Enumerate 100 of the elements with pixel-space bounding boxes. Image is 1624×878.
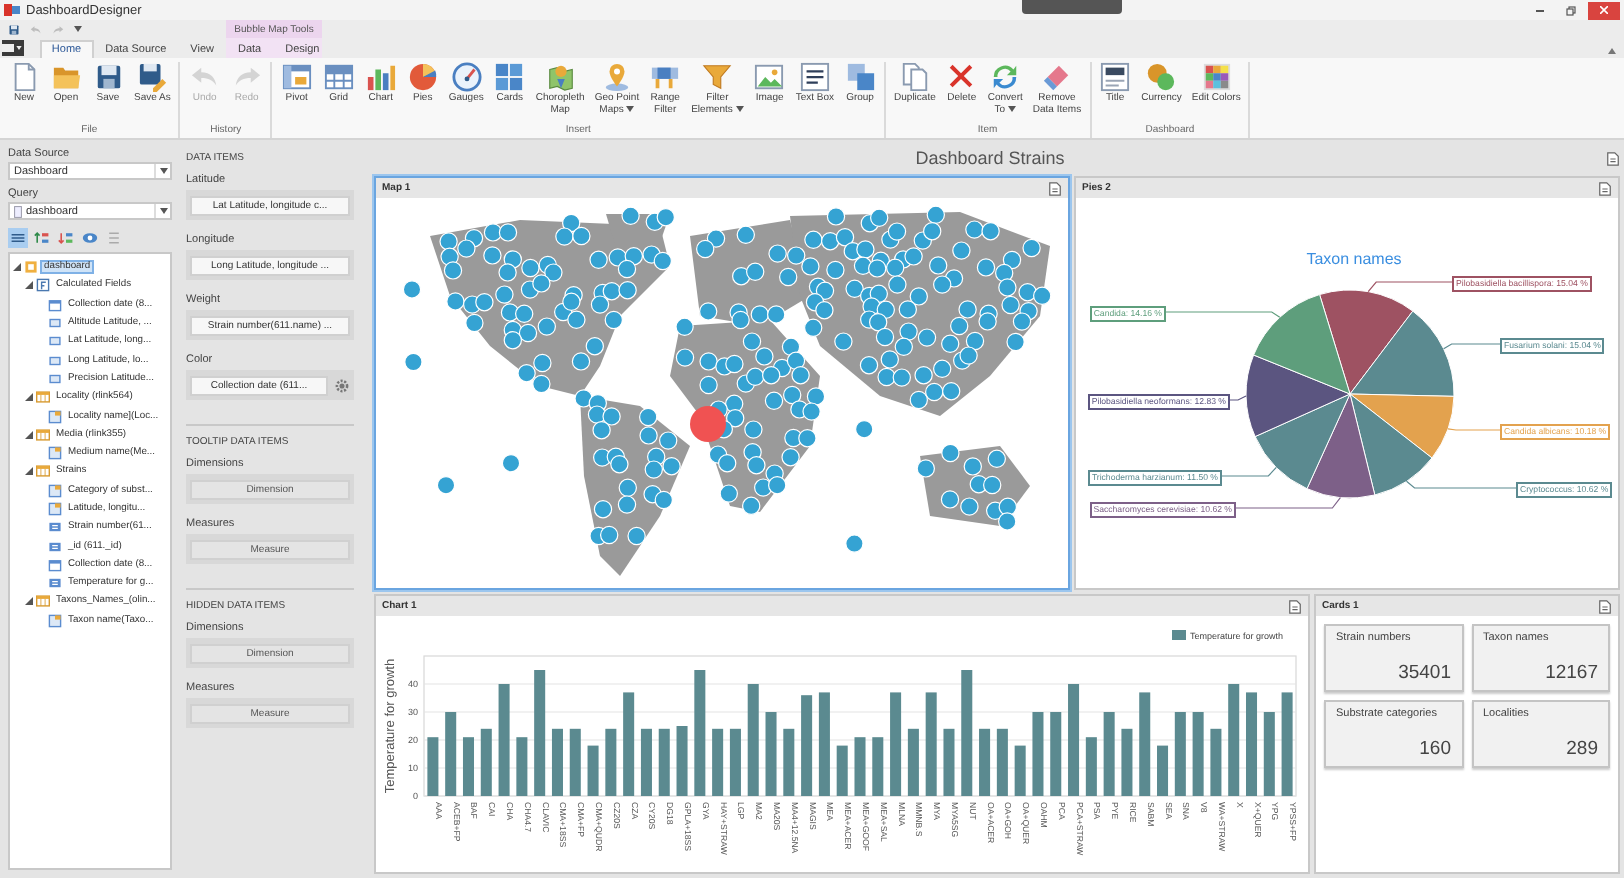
eraser-icon (1041, 62, 1072, 92)
toolbar-button[interactable] (8, 228, 28, 248)
export-icon[interactable] (1288, 599, 1302, 613)
expander-icon[interactable] (24, 392, 34, 403)
bar-chart-icon (365, 62, 396, 92)
bar (694, 670, 706, 796)
expander-icon[interactable] (24, 280, 34, 291)
bar (765, 712, 777, 796)
leader-line (1405, 480, 1517, 489)
bar (907, 728, 919, 796)
bar (979, 728, 991, 796)
bar (943, 728, 955, 796)
bar (872, 737, 884, 796)
bar (1085, 737, 1097, 796)
bar (658, 728, 670, 796)
bar (890, 692, 902, 796)
bar (1103, 712, 1115, 796)
page-icon (14, 205, 22, 217)
bar (427, 737, 439, 796)
gear-icon[interactable] (334, 377, 350, 393)
formula-icon (36, 278, 50, 293)
bar (1068, 684, 1080, 796)
bar (747, 684, 759, 796)
expander-icon[interactable] (24, 466, 34, 477)
bar (498, 684, 510, 796)
leader-line (1235, 496, 1341, 509)
bar (676, 726, 688, 796)
leader-line (1221, 466, 1277, 477)
bar (1032, 712, 1044, 796)
card-value: 12167 (1545, 662, 1598, 684)
bar (587, 745, 599, 796)
export-icon[interactable] (1048, 181, 1062, 195)
lines-icon (106, 230, 122, 246)
stacked-squares-icon (845, 62, 876, 92)
collapse-ribbon-icon[interactable] (1608, 48, 1616, 54)
leader-line (1367, 281, 1453, 293)
customize-caret-icon (74, 26, 82, 32)
database-icon (24, 260, 38, 275)
dashboard-title: Dashboard Strains (913, 148, 1067, 168)
expander-icon[interactable] (12, 262, 22, 273)
bar (712, 728, 724, 796)
calendar-icon (48, 557, 62, 572)
chart-title: Taxon names (1306, 250, 1402, 268)
bar (1121, 728, 1133, 796)
number-field-icon (48, 539, 62, 554)
bar (836, 745, 848, 796)
bar (551, 728, 563, 796)
leader-line (1447, 428, 1501, 431)
eye-icon (82, 230, 98, 246)
bar (818, 692, 830, 796)
bar (961, 670, 973, 796)
toolbar-button[interactable] (56, 228, 76, 248)
export-icon[interactable] (1598, 181, 1612, 195)
bar (1228, 684, 1240, 796)
bar (1210, 728, 1222, 796)
text-field-icon (48, 502, 62, 516)
toolbar-button[interactable] (80, 228, 100, 248)
card-value: 35401 (1398, 662, 1451, 684)
close-icon (1600, 6, 1608, 14)
export-icon[interactable] (1598, 599, 1612, 613)
list-icon (10, 230, 26, 246)
bar (534, 670, 546, 796)
funnel-icon (702, 62, 733, 92)
bar (1281, 692, 1293, 796)
bar (1139, 692, 1151, 796)
bar (801, 695, 813, 796)
tiles-icon (494, 62, 525, 92)
delete-icon (946, 62, 977, 92)
table-icon (36, 390, 50, 405)
bar (640, 728, 652, 796)
table-icon (36, 427, 50, 442)
bar (1246, 692, 1258, 796)
floppy-disk-icon[interactable] (8, 23, 20, 35)
number-field-icon (48, 520, 62, 535)
text-field-icon (48, 483, 62, 498)
bar (1174, 712, 1186, 796)
bar (480, 728, 492, 796)
number-field-icon (48, 576, 62, 591)
leader-line (1443, 343, 1501, 350)
folder-icon (51, 62, 81, 92)
app-icon (4, 4, 20, 16)
text-field-icon (48, 613, 62, 628)
map-icon (545, 62, 576, 92)
toolbar-button[interactable] (32, 228, 52, 248)
application-menu-button[interactable] (2, 40, 24, 56)
dashboard-panel[interactable] (1074, 176, 1620, 590)
export-icon[interactable] (1606, 151, 1620, 165)
bar (1157, 745, 1169, 796)
caret-icon (159, 168, 167, 174)
leader-line (1229, 395, 1247, 401)
range-slider-icon (650, 62, 681, 92)
card-value: 160 (1419, 738, 1451, 760)
dashboard-panel[interactable] (374, 594, 1310, 874)
expander-icon[interactable] (24, 596, 34, 607)
bar (1192, 712, 1204, 796)
close-button[interactable] (1588, 1, 1620, 19)
sort-ascending-icon (34, 230, 50, 246)
bar (605, 728, 617, 796)
expander-icon[interactable] (24, 429, 34, 440)
sort-descending-icon (58, 230, 74, 246)
